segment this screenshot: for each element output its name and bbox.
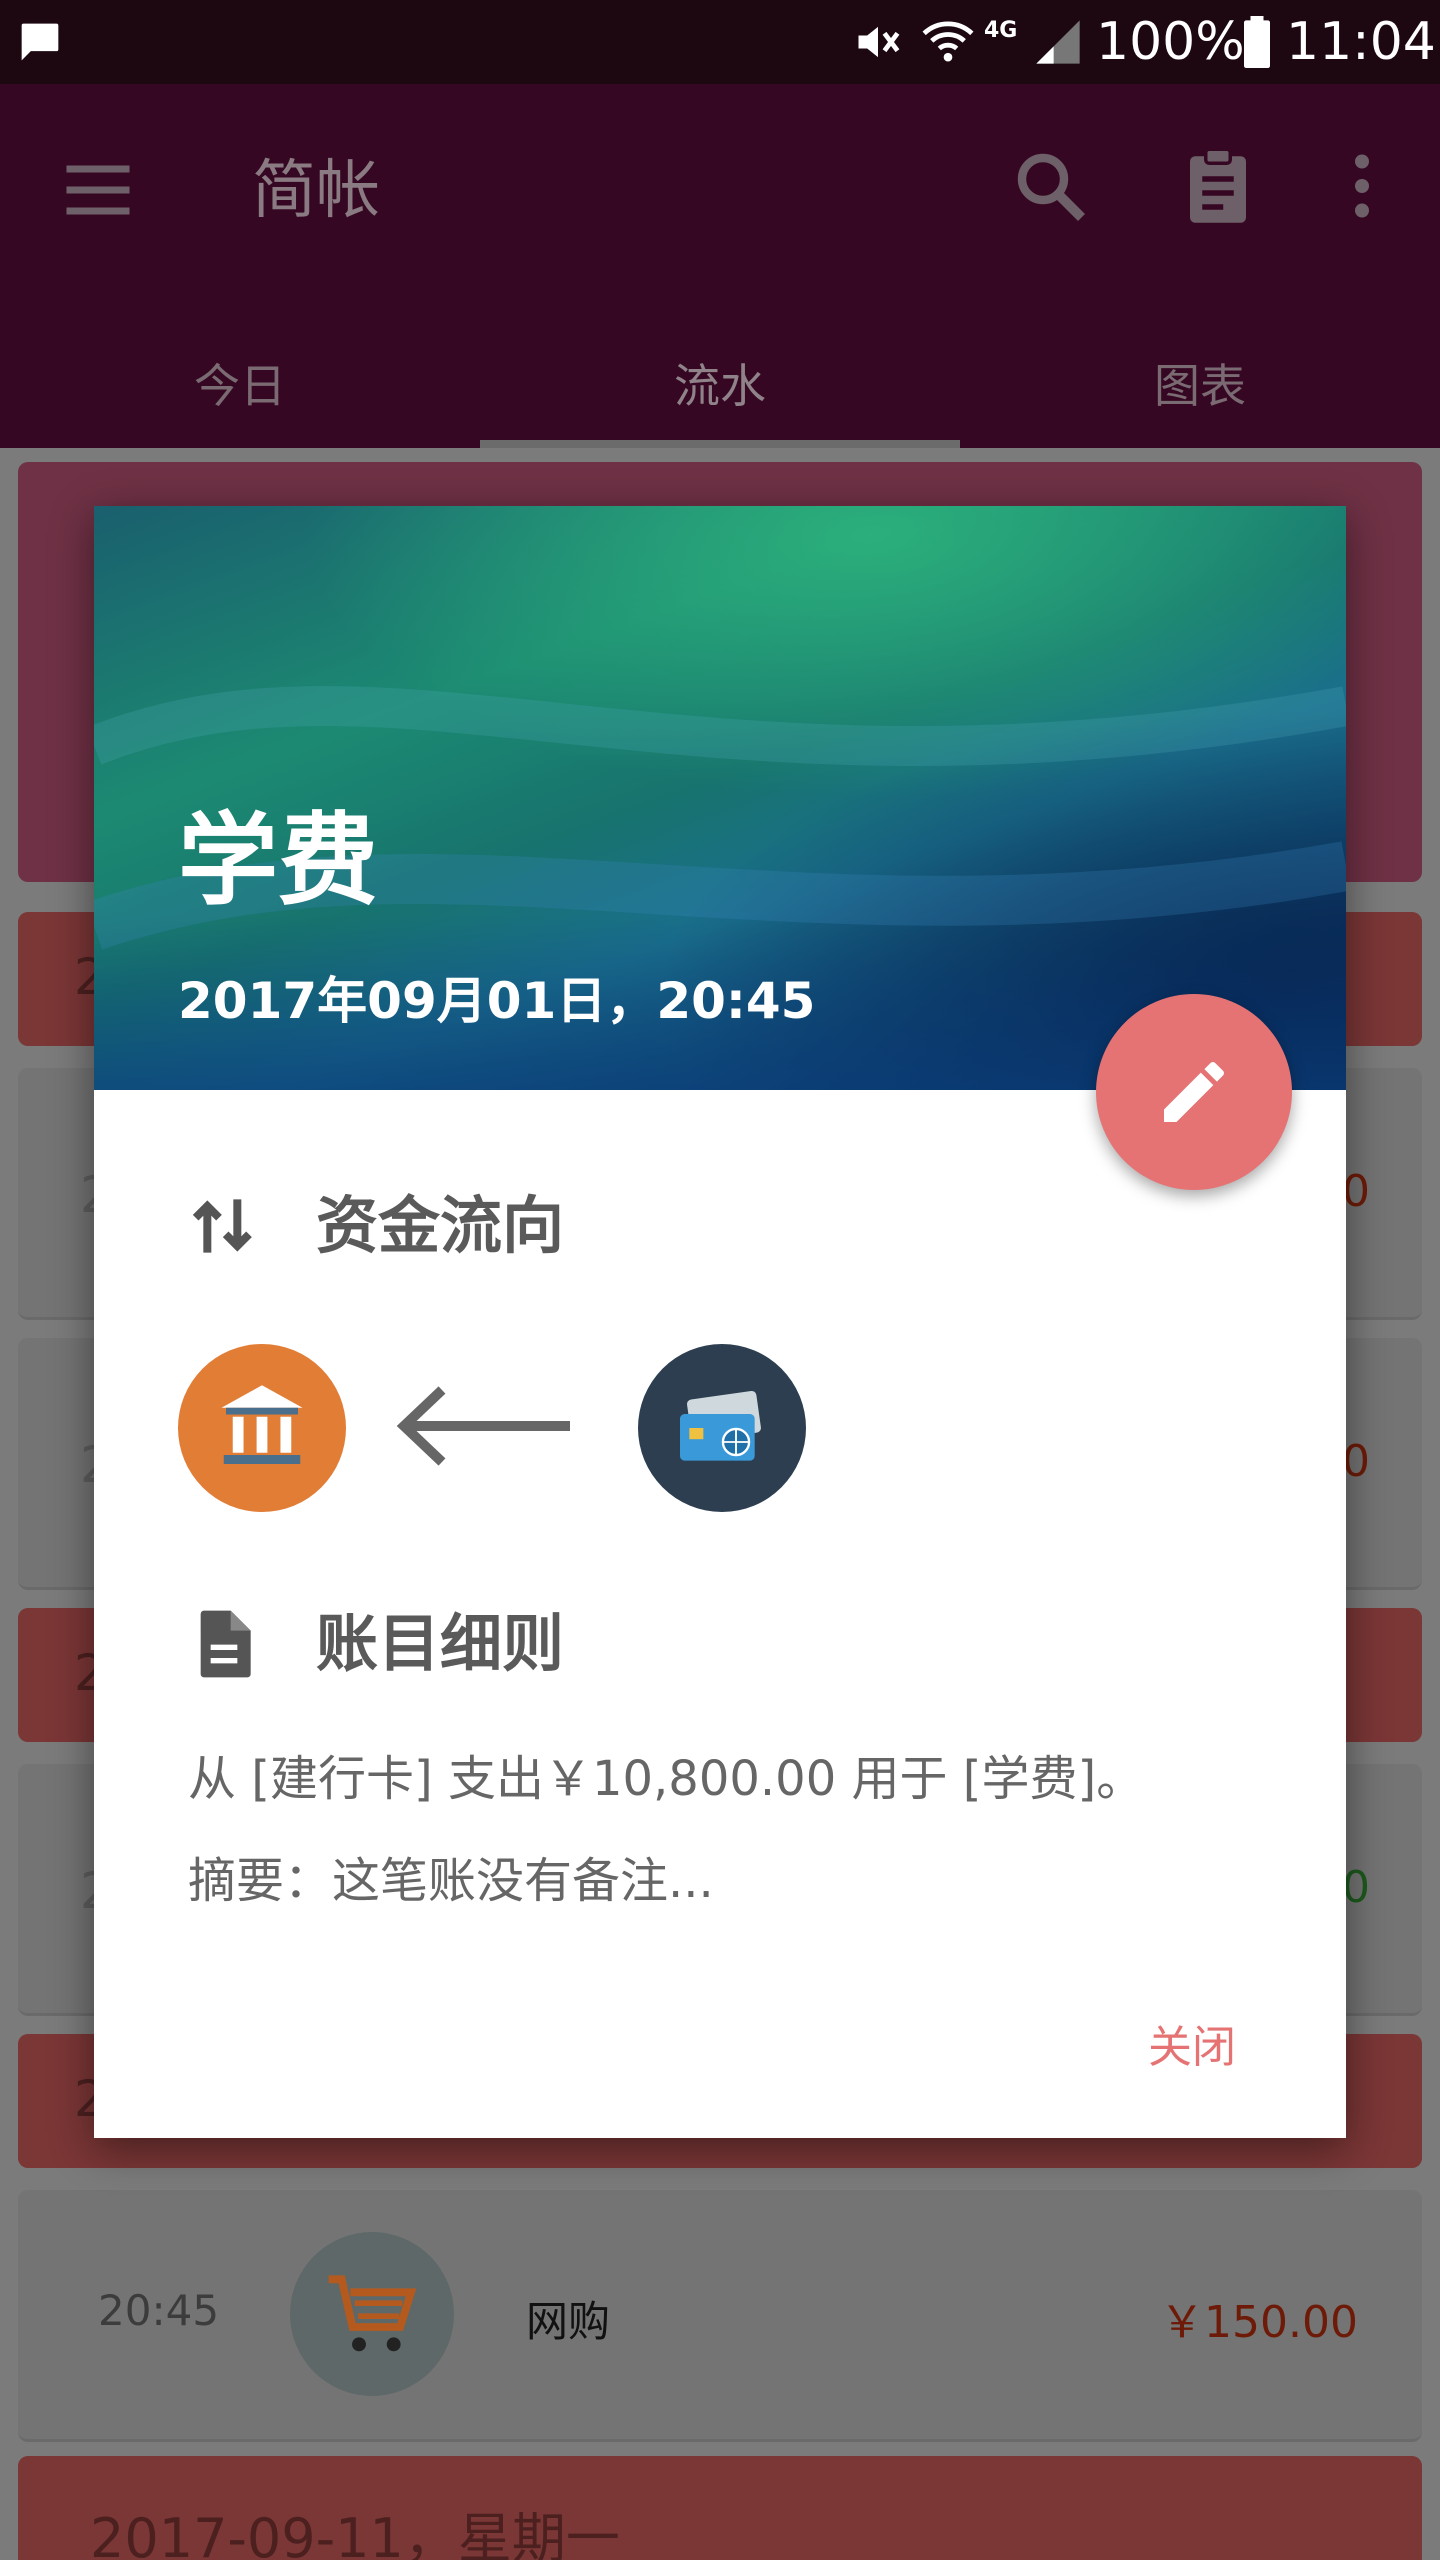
amount-peek: 0 (1342, 1166, 1370, 1217)
item-time: 20:45 (98, 2286, 220, 2335)
tab-flow[interactable]: 流水 (480, 324, 960, 448)
source-account[interactable] (638, 1344, 806, 1512)
pencil-icon (1164, 1061, 1224, 1122)
detail-section-title: 账目细则 (316, 1607, 565, 1680)
battery-icon (1244, 16, 1270, 68)
arrow-left-icon (396, 1386, 570, 1466)
more-vert-icon[interactable] (1320, 144, 1404, 228)
tab-bar: 今日 流水 图表 (0, 324, 1440, 448)
date-header-card: 2017-09-11，星期一 (18, 2456, 1422, 2560)
mute-icon (858, 26, 900, 58)
close-button[interactable]: 关闭 (1148, 2018, 1236, 2078)
item-amount: ￥150.00 (1160, 2297, 1358, 2348)
bank-icon (221, 1385, 303, 1464)
swap-vert-icon (192, 1199, 252, 1253)
list-item[interactable]: 20:45 网购 ￥150.00 (18, 2190, 1422, 2442)
category-avatar (290, 2232, 454, 2396)
detail-description: 从 [建行卡] 支出￥10,800.00 用于 [学费]。 (188, 1751, 1145, 1807)
app-title: 简帐 (252, 154, 380, 228)
wifi-icon (922, 21, 974, 62)
transaction-detail-dialog: 学费 2017年09月01日，20:45 资金流向 账目细则 从 [建行卡] 支… (94, 506, 1346, 2138)
dialog-title: 学费 (178, 802, 378, 919)
search-icon[interactable] (1008, 144, 1092, 228)
document-icon (200, 1610, 251, 1678)
app-bar: 简帐 今日 流水 图表 (0, 84, 1440, 448)
amount-peek: 0 (1342, 1436, 1370, 1487)
detail-memo: 摘要：这笔账没有备注... (188, 1853, 714, 1909)
tab-today[interactable]: 今日 (0, 324, 480, 448)
date-header-label: 2017-09-11，星期一 (90, 2507, 620, 2560)
signal-icon (1036, 20, 1080, 64)
shopping-cart-icon (328, 2275, 417, 2352)
clock: 11:04 (1286, 12, 1436, 72)
message-icon (21, 23, 59, 61)
edit-button[interactable] (1096, 994, 1292, 1190)
network-type: 4G (984, 18, 1018, 43)
clipboard-icon[interactable] (1176, 144, 1260, 228)
credit-card-icon (680, 1390, 761, 1461)
battery-percent: 100% (1096, 12, 1245, 72)
destination-account[interactable] (178, 1344, 346, 1512)
menu-icon[interactable] (56, 148, 140, 232)
flow-section-title: 资金流向 (316, 1189, 565, 1262)
tab-chart[interactable]: 图表 (960, 324, 1440, 448)
amount-peek: 0 (1342, 1862, 1370, 1913)
item-name: 网购 (526, 2297, 611, 2346)
dialog-datetime: 2017年09月01日，20:45 (178, 972, 816, 1030)
status-bar: 4G 100% 11:04 (0, 0, 1440, 84)
